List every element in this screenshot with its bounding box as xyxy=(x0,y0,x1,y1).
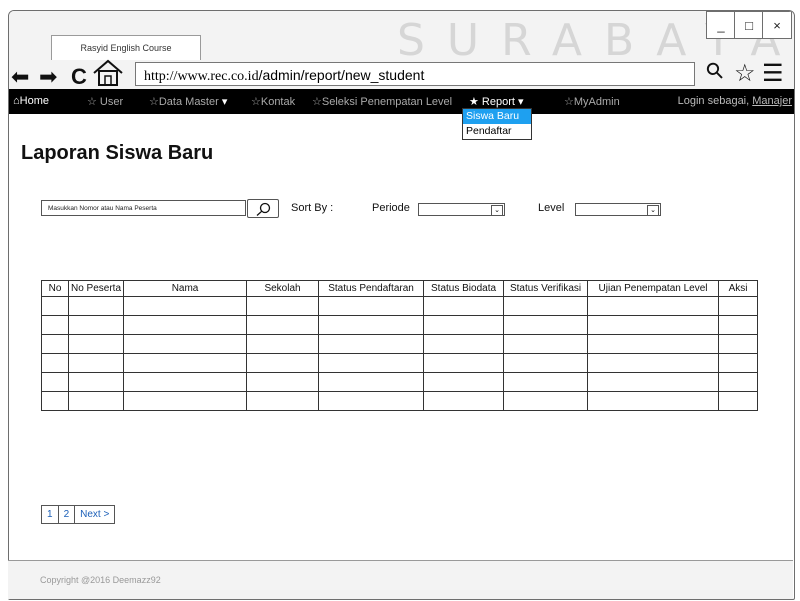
back-icon[interactable]: ⬅ xyxy=(11,65,29,89)
forward-icon[interactable]: ➡ xyxy=(39,65,57,89)
menu-home[interactable]: ⌂Home xyxy=(13,95,49,107)
dropdown-item-siswa-baru[interactable]: Siswa Baru xyxy=(463,109,531,124)
col-nama: Nama xyxy=(123,280,248,297)
menu-user[interactable]: ☆ User xyxy=(87,95,123,108)
col-sekolah: Sekolah xyxy=(246,280,320,297)
minimize-button[interactable]: _ xyxy=(706,11,736,39)
select-arrow-icon: ⌄ xyxy=(647,205,659,216)
url-host: http://www.rec.co.id xyxy=(144,69,259,84)
col-no-peserta: No Peserta xyxy=(67,280,125,297)
copyright-text: Copyright @2016 Deemazz92 xyxy=(40,575,161,585)
level-select[interactable]: ⌄ xyxy=(575,203,661,216)
menu-data-master-label: ☆Data Master xyxy=(149,96,219,108)
table-header-row: No No Peserta Nama Sekolah Status Pendaf… xyxy=(41,280,759,297)
student-table: No No Peserta Nama Sekolah Status Pendaf… xyxy=(41,280,759,411)
footer: Copyright @2016 Deemazz92 xyxy=(8,560,793,599)
page-2-link[interactable]: 2 xyxy=(59,506,76,523)
url-path: /admin/report/new_student xyxy=(258,67,425,83)
menu-icon[interactable]: ☰ xyxy=(762,59,784,88)
page-1-link[interactable]: 1 xyxy=(42,506,59,523)
search-button[interactable] xyxy=(247,199,279,218)
table-row xyxy=(41,391,759,411)
chevron-down-icon: ▾ xyxy=(221,96,228,108)
menu-report-label: ★ Report xyxy=(469,96,515,108)
login-prefix: Login sebagai, xyxy=(677,95,753,107)
periode-select[interactable]: ⌄ xyxy=(418,203,505,216)
col-status-verifikasi: Status Verifikasi xyxy=(503,280,589,297)
level-label: Level xyxy=(538,202,565,214)
address-bar[interactable]: http://www.rec.co.id/admin/report/new_st… xyxy=(135,62,695,86)
menu-data-master[interactable]: ☆Data Master ▾ xyxy=(149,95,227,108)
table-row xyxy=(41,334,759,354)
sort-by-label: Sort By : xyxy=(291,202,334,214)
maximize-button[interactable]: □ xyxy=(734,11,764,39)
page-title: Laporan Siswa Baru xyxy=(21,142,214,164)
table-row xyxy=(41,296,759,316)
home-icon[interactable] xyxy=(91,59,125,92)
pagination: 1 2 Next > xyxy=(41,505,116,524)
menu-kontak[interactable]: ☆Kontak xyxy=(251,95,295,108)
periode-label: Periode xyxy=(372,202,410,214)
close-button[interactable]: × xyxy=(762,11,792,39)
next-page-link[interactable]: Next > xyxy=(75,506,114,523)
select-arrow-icon: ⌄ xyxy=(491,205,503,216)
menu-seleksi[interactable]: ☆Seleksi Penempatan Level xyxy=(312,95,452,108)
magnifier-icon xyxy=(256,202,271,216)
dropdown-item-pendaftar[interactable]: Pendaftar xyxy=(463,124,531,139)
col-status-biodata: Status Biodata xyxy=(423,280,505,297)
menu-myadmin[interactable]: ☆MyAdmin xyxy=(564,95,620,108)
login-info: Login sebagai, Manajer xyxy=(678,95,792,107)
chevron-down-icon: ▾ xyxy=(518,96,524,108)
report-dropdown: Siswa Baru Pendaftar xyxy=(462,108,532,140)
browser-tab[interactable]: Rasyid English Course xyxy=(51,35,201,60)
table-row xyxy=(41,372,759,392)
main-menu: ⌂Home ☆ User ☆Data Master ▾ ☆Kontak ☆Sel… xyxy=(9,89,794,114)
menu-report[interactable]: ★ Report ▾ xyxy=(469,95,524,108)
reload-icon[interactable]: C xyxy=(71,65,87,89)
col-aksi: Aksi xyxy=(718,280,759,297)
bookmark-star-icon[interactable]: ☆ xyxy=(734,59,756,88)
search-input[interactable]: Masukkan Nomor atau Nama Peserta xyxy=(41,200,246,216)
col-ujian-penempatan: Ujian Penempatan Level xyxy=(587,280,720,297)
browser-chrome: Rasyid English Course SURABAYA _ □ × ⬅ ➡… xyxy=(9,11,794,91)
table-row xyxy=(41,315,759,335)
col-status-pendaftaran: Status Pendaftaran xyxy=(318,280,425,297)
col-no: No xyxy=(41,280,69,297)
table-row xyxy=(41,353,759,373)
login-user-link[interactable]: Manajer xyxy=(752,95,792,107)
